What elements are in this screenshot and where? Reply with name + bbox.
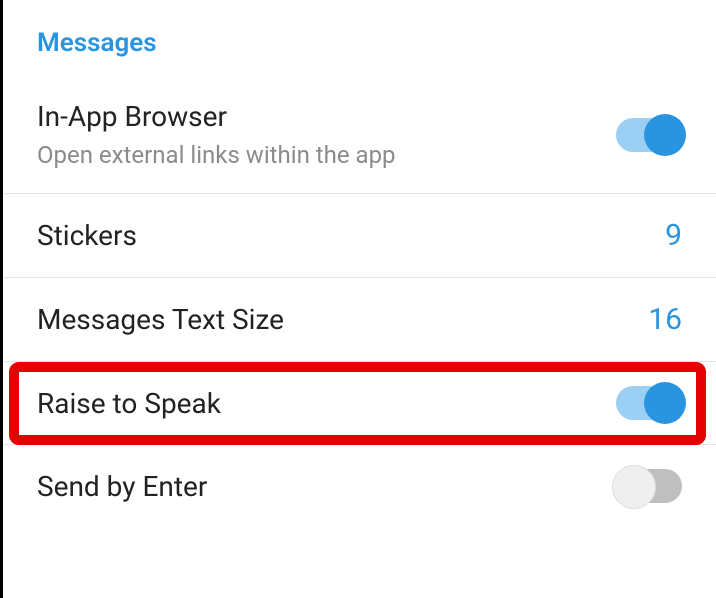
- setting-title: Send by Enter: [37, 470, 207, 503]
- setting-raise-to-speak[interactable]: Raise to Speak: [3, 362, 716, 445]
- setting-value: 9: [665, 218, 682, 253]
- setting-title: Stickers: [37, 219, 137, 252]
- highlighted-setting: Raise to Speak: [3, 362, 716, 445]
- setting-in-app-browser[interactable]: In-App Browser Open external links withi…: [3, 76, 716, 194]
- toggle-in-app-browser[interactable]: [616, 118, 682, 152]
- setting-value: 16: [648, 302, 682, 337]
- setting-subtitle: Open external links within the app: [37, 141, 396, 169]
- toggle-send-by-enter[interactable]: [616, 469, 682, 503]
- setting-text-size[interactable]: Messages Text Size 16: [3, 278, 716, 362]
- setting-text: In-App Browser Open external links withi…: [37, 100, 396, 169]
- setting-send-by-enter[interactable]: Send by Enter: [3, 445, 716, 527]
- section-header-messages: Messages: [3, 0, 716, 76]
- toggle-raise-to-speak[interactable]: [616, 386, 682, 420]
- setting-title: Raise to Speak: [37, 387, 221, 420]
- setting-title: Messages Text Size: [37, 303, 284, 336]
- setting-title: In-App Browser: [37, 100, 396, 133]
- setting-stickers[interactable]: Stickers 9: [3, 194, 716, 278]
